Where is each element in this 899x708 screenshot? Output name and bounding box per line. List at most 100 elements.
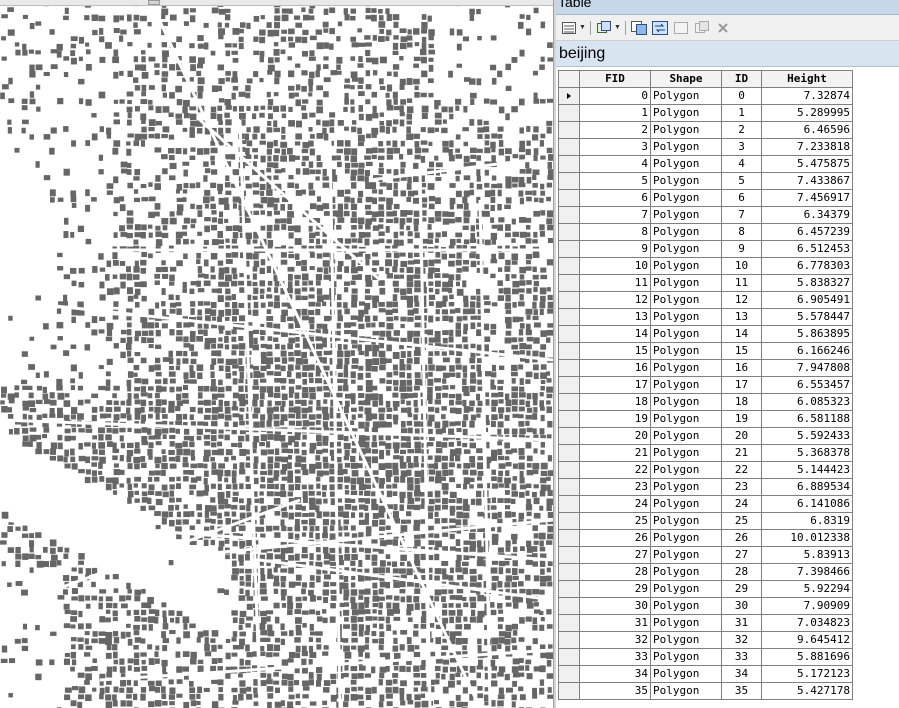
cell-height[interactable]: 5.592433 <box>761 427 853 445</box>
table-row[interactable]: 27 Polygon 27 5.83913 <box>558 546 853 564</box>
row-selector[interactable] <box>558 359 580 377</box>
cell-fid[interactable]: 34 <box>579 665 651 683</box>
cell-fid[interactable]: 5 <box>579 172 651 190</box>
cell-id[interactable]: 19 <box>721 410 762 428</box>
table-row[interactable]: 33 Polygon 33 5.881696 <box>558 648 853 666</box>
cell-id[interactable]: 4 <box>721 155 762 173</box>
row-selector[interactable] <box>558 444 580 462</box>
cell-shape[interactable]: Polygon <box>650 291 722 309</box>
cell-id[interactable]: 0 <box>721 87 762 105</box>
cell-shape[interactable]: Polygon <box>650 240 722 258</box>
cell-id[interactable]: 2 <box>721 121 762 139</box>
cell-height[interactable]: 5.427178 <box>761 682 853 700</box>
table-row[interactable]: 10 Polygon 10 6.778303 <box>558 257 853 275</box>
cell-id[interactable]: 26 <box>721 529 762 547</box>
cell-height[interactable]: 7.433867 <box>761 172 853 190</box>
row-selector[interactable] <box>558 495 580 513</box>
row-selector[interactable] <box>558 614 580 632</box>
cell-shape[interactable]: Polygon <box>650 325 722 343</box>
cell-id[interactable]: 31 <box>721 614 762 632</box>
cell-shape[interactable]: Polygon <box>650 257 722 275</box>
table-row[interactable]: 24 Polygon 24 6.141086 <box>558 495 853 513</box>
map-scrollbar-thumb[interactable] <box>148 0 160 5</box>
cell-shape[interactable]: Polygon <box>650 410 722 428</box>
cell-id[interactable]: 8 <box>721 223 762 241</box>
attribute-grid[interactable]: FID Shape ID Height 0 Polygon 0 7.32874 1 Pol… <box>556 68 899 708</box>
cell-height[interactable]: 6.166246 <box>761 342 853 360</box>
related-tables-icon[interactable] <box>595 19 613 37</box>
cell-height[interactable]: 5.863895 <box>761 325 853 343</box>
table-row[interactable]: 28 Polygon 28 7.398466 <box>558 563 853 581</box>
cell-shape[interactable]: Polygon <box>650 274 722 292</box>
cell-fid[interactable]: 17 <box>579 376 651 394</box>
cell-height[interactable]: 7.233818 <box>761 138 853 156</box>
row-selector[interactable] <box>558 206 580 224</box>
cell-height[interactable]: 5.881696 <box>761 648 853 666</box>
cell-shape[interactable]: Polygon <box>650 495 722 513</box>
cell-height[interactable]: 6.46596 <box>761 121 853 139</box>
table-row[interactable]: 0 Polygon 0 7.32874 <box>558 87 853 105</box>
cell-height[interactable]: 5.83913 <box>761 546 853 564</box>
row-selector[interactable] <box>558 478 580 496</box>
cell-fid[interactable]: 19 <box>579 410 651 428</box>
cell-id[interactable]: 23 <box>721 478 762 496</box>
cell-fid[interactable]: 26 <box>579 529 651 547</box>
cell-shape[interactable]: Polygon <box>650 121 722 139</box>
cell-height[interactable]: 6.512453 <box>761 240 853 258</box>
cell-fid[interactable]: 20 <box>579 427 651 445</box>
cell-fid[interactable]: 29 <box>579 580 651 598</box>
cell-fid[interactable]: 35 <box>579 682 651 700</box>
cell-height[interactable]: 9.645412 <box>761 631 853 649</box>
row-selector[interactable] <box>558 240 580 258</box>
cell-fid[interactable]: 13 <box>579 308 651 326</box>
row-selector[interactable] <box>558 427 580 445</box>
select-by-attributes-icon[interactable] <box>630 19 648 37</box>
cell-height[interactable]: 7.947808 <box>761 359 853 377</box>
cell-id[interactable]: 29 <box>721 580 762 598</box>
row-selector[interactable] <box>558 257 580 275</box>
chevron-down-icon[interactable]: ▼ <box>579 24 586 31</box>
table-row[interactable]: 3 Polygon 3 7.233818 <box>558 138 853 156</box>
cell-shape[interactable]: Polygon <box>650 104 722 122</box>
map-scrollbar[interactable] <box>0 0 553 6</box>
cell-shape[interactable]: Polygon <box>650 614 722 632</box>
switch-selection-icon[interactable] <box>651 19 669 37</box>
cell-id[interactable]: 11 <box>721 274 762 292</box>
cell-id[interactable]: 18 <box>721 393 762 411</box>
cell-fid[interactable]: 0 <box>579 87 651 105</box>
cell-shape[interactable]: Polygon <box>650 648 722 666</box>
row-selector[interactable] <box>558 631 580 649</box>
cell-id[interactable]: 7 <box>721 206 762 224</box>
cell-fid[interactable]: 1 <box>579 104 651 122</box>
row-selector[interactable] <box>558 682 580 700</box>
table-row[interactable]: 26 Polygon 26 10.012338 <box>558 529 853 547</box>
row-selector[interactable] <box>558 597 580 615</box>
cell-shape[interactable]: Polygon <box>650 546 722 564</box>
cell-shape[interactable]: Polygon <box>650 155 722 173</box>
cell-id[interactable]: 14 <box>721 325 762 343</box>
cell-fid[interactable]: 18 <box>579 393 651 411</box>
cell-height[interactable]: 5.578447 <box>761 308 853 326</box>
table-row[interactable]: 29 Polygon 29 5.92294 <box>558 580 853 598</box>
cell-fid[interactable]: 12 <box>579 291 651 309</box>
table-row[interactable]: 11 Polygon 11 5.838327 <box>558 274 853 292</box>
cell-shape[interactable]: Polygon <box>650 665 722 683</box>
cell-fid[interactable]: 15 <box>579 342 651 360</box>
cell-fid[interactable]: 33 <box>579 648 651 666</box>
cell-id[interactable]: 22 <box>721 461 762 479</box>
cell-id[interactable]: 28 <box>721 563 762 581</box>
cell-id[interactable]: 15 <box>721 342 762 360</box>
row-selector[interactable] <box>558 563 580 581</box>
cell-shape[interactable]: Polygon <box>650 172 722 190</box>
table-row[interactable]: 5 Polygon 5 7.433867 <box>558 172 853 190</box>
cell-fid[interactable]: 14 <box>579 325 651 343</box>
cell-height[interactable]: 6.581188 <box>761 410 853 428</box>
table-row[interactable]: 20 Polygon 20 5.592433 <box>558 427 853 445</box>
cell-height[interactable]: 10.012338 <box>761 529 853 547</box>
table-row[interactable]: 34 Polygon 34 5.172123 <box>558 665 853 683</box>
cell-id[interactable]: 6 <box>721 189 762 207</box>
cell-shape[interactable]: Polygon <box>650 342 722 360</box>
cell-height[interactable]: 6.889534 <box>761 478 853 496</box>
chevron-down-icon[interactable]: ▼ <box>614 24 621 31</box>
table-row[interactable]: 22 Polygon 22 5.144423 <box>558 461 853 479</box>
